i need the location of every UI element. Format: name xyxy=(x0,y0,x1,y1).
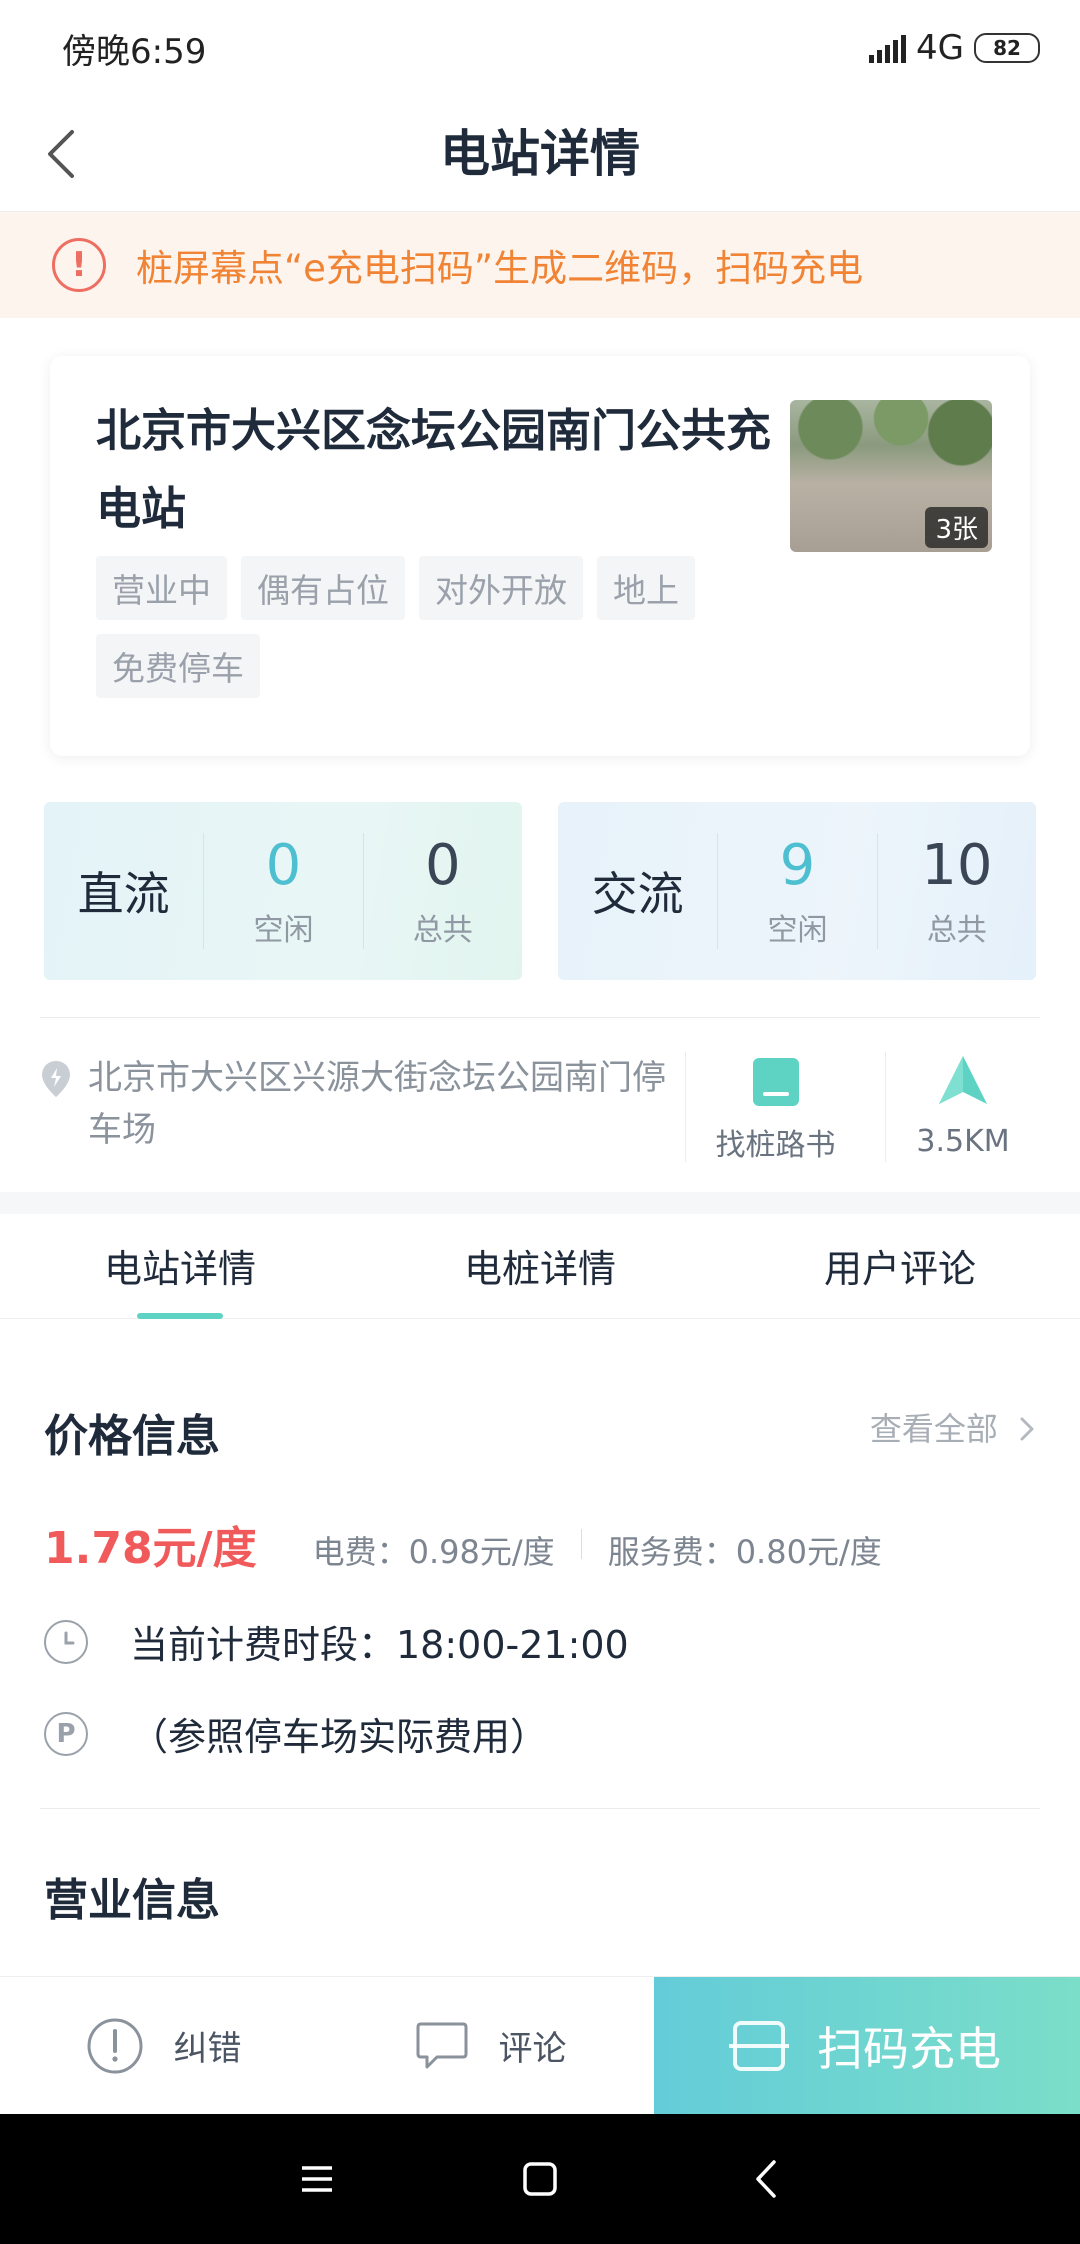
dc-label: 直流 xyxy=(77,867,170,921)
tag: 对外开放 xyxy=(419,556,583,620)
status-icons: 4G 82 xyxy=(869,28,1040,68)
station-tags: 营业中 偶有占位 对外开放 地上 免费停车 xyxy=(96,556,776,698)
business-section-title: 营业信息 xyxy=(44,1875,220,1926)
status-bar: 傍晚6:59 4G 82 xyxy=(0,0,1080,96)
report-error-label: 纠错 xyxy=(173,2029,242,2069)
parking-fee-text: （参照停车场实际费用） xyxy=(130,1715,549,1759)
route-guide-label: 找桩路书 xyxy=(715,1128,836,1163)
battery-level: 82 xyxy=(993,36,1021,60)
billing-period-row: 当前计费时段：18:00-21:00 xyxy=(44,1614,629,1669)
parking-fee-row: P （参照停车场实际费用） xyxy=(44,1706,548,1761)
notice-text: 桩屏幕点“e充电扫码”生成二维码，扫码充电 xyxy=(136,247,864,290)
distance-label: 3.5KM xyxy=(916,1124,1010,1159)
scan-icon xyxy=(729,2021,789,2071)
notice-banner: ! 桩屏幕点“e充电扫码”生成二维码，扫码充电 xyxy=(0,212,1080,318)
alert-icon xyxy=(87,2018,142,2073)
location-pin-icon xyxy=(42,1061,70,1097)
system-nav-bar xyxy=(0,2114,1080,2244)
dc-free-label: 空闲 xyxy=(253,913,314,948)
ac-free-label: 空闲 xyxy=(767,913,828,948)
service-fee: 服务费：0.80元/度 xyxy=(607,1533,882,1571)
ac-free-count: 9 xyxy=(779,833,816,898)
scan-to-charge-button[interactable]: 扫码充电 xyxy=(654,1977,1080,2115)
chevron-right-icon xyxy=(1020,1417,1034,1441)
tag: 营业中 xyxy=(96,556,227,620)
dc-free-count: 0 xyxy=(265,833,302,898)
detail-tabs: 电站详情 电桩详情 用户评论 xyxy=(0,1214,1080,1319)
divider xyxy=(40,1017,1040,1018)
dc-total-count: 0 xyxy=(425,833,461,898)
back-nav-icon[interactable] xyxy=(742,2154,792,2204)
photo-count: 3张 xyxy=(925,507,988,548)
navigation-arrow-icon xyxy=(939,1056,987,1104)
tag: 偶有占位 xyxy=(241,556,405,620)
clock-icon xyxy=(44,1619,88,1664)
tab-charger-details[interactable]: 电桩详情 xyxy=(360,1214,720,1318)
page-title: 电站详情 xyxy=(440,125,640,183)
price-row: 1.78元/度 电费：0.98元/度 服务费：0.80元/度 xyxy=(44,1512,882,1576)
tab-station-details[interactable]: 电站详情 xyxy=(0,1214,360,1319)
comment-label: 评论 xyxy=(498,2029,567,2069)
dc-total-label: 总共 xyxy=(412,913,473,948)
route-guide-button[interactable]: 找桩路书 xyxy=(685,1052,865,1163)
address-text: 北京市大兴区兴源大街念坛公园南门停车场 xyxy=(88,1058,666,1150)
alert-icon: ! xyxy=(52,238,106,292)
station-photo[interactable]: 3张 xyxy=(790,400,992,552)
nav-bar: 电站详情 xyxy=(0,96,1080,212)
tag: 地上 xyxy=(597,556,695,620)
menu-icon[interactable] xyxy=(292,2154,342,2204)
dc-total: 0 总共 xyxy=(362,833,522,949)
scan-to-charge-label: 扫码充电 xyxy=(817,2022,1001,2076)
ac-label: 交流 xyxy=(591,867,684,921)
book-icon xyxy=(752,1058,799,1106)
comment-button[interactable]: 评论 xyxy=(327,1977,654,2114)
ac-charger-summary[interactable]: 交流 9 空闲 10 总共 xyxy=(558,802,1036,980)
view-all-link[interactable]: 查看全部 xyxy=(870,1404,1036,1450)
battery-icon: 82 xyxy=(974,33,1040,63)
price-separator xyxy=(580,1529,582,1559)
price-section-title: 价格信息 xyxy=(44,1411,220,1462)
navigate-button[interactable]: 3.5KM xyxy=(885,1052,1040,1162)
address-row: 北京市大兴区兴源大街念坛公园南门停车场 找桩路书 3.5KM xyxy=(40,1040,1040,1170)
home-icon[interactable] xyxy=(515,2154,565,2204)
ac-total: 10 总共 xyxy=(876,833,1036,949)
report-error-button[interactable]: 纠错 xyxy=(0,1977,327,2114)
ac-free: 9 空闲 xyxy=(717,833,876,949)
tab-user-reviews[interactable]: 用户评论 xyxy=(720,1214,1080,1318)
ac-total-count: 10 xyxy=(921,833,993,898)
station-card: 北京市大兴区念坛公园南门公共充电站 3张 营业中 偶有占位 对外开放 地上 免费… xyxy=(50,356,1030,756)
dc-free: 0 空闲 xyxy=(203,833,362,949)
price-total: 1.78元/度 xyxy=(44,1523,257,1574)
comment-icon xyxy=(416,2022,467,2068)
network-type: 4G xyxy=(916,28,964,68)
electricity-fee: 电费：0.98元/度 xyxy=(312,1533,555,1571)
view-all-label: 查看全部 xyxy=(869,1410,998,1448)
ac-total-label: 总共 xyxy=(926,913,987,948)
status-time: 傍晚6:59 xyxy=(62,31,207,72)
section-separator xyxy=(0,1192,1080,1214)
dc-charger-summary[interactable]: 直流 0 空闲 0 总共 xyxy=(44,802,522,980)
divider xyxy=(40,1808,1040,1809)
tag: 免费停车 xyxy=(96,634,260,698)
billing-period-text: 当前计费时段：18:00-21:00 xyxy=(130,1623,629,1667)
parking-icon: P xyxy=(44,1711,88,1756)
station-name: 北京市大兴区念坛公园南门公共充电站 xyxy=(96,404,772,535)
bottom-action-bar: 纠错 评论 扫码充电 xyxy=(0,1976,1080,2115)
photo-image xyxy=(790,400,992,492)
signal-icon xyxy=(869,33,907,63)
